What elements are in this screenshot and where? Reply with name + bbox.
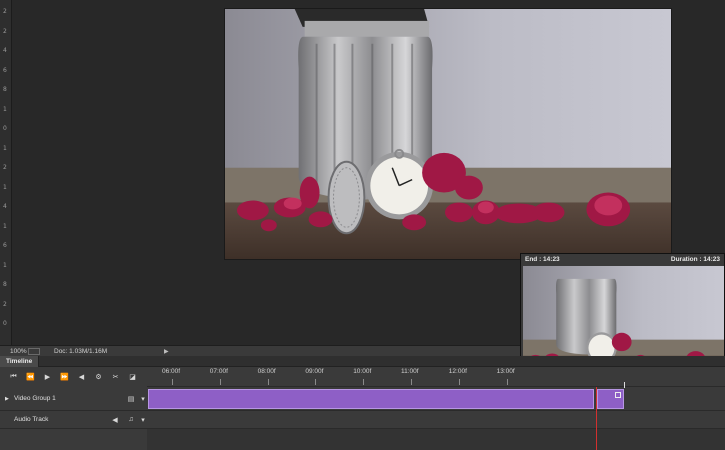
status-separator (28, 347, 40, 355)
step-back-icon[interactable]: ⏪ (22, 370, 39, 384)
chevron-down-icon[interactable]: ▾ (139, 395, 147, 403)
time-ruler-tick (219, 379, 221, 385)
ruler-tick-label: 8 (3, 281, 7, 288)
time-ruler-label: 11:00f (401, 368, 419, 375)
audio-icon[interactable]: ◀ (73, 370, 90, 384)
time-ruler-label: 13:00f (496, 368, 515, 375)
panel-tab-strip (0, 356, 725, 367)
ruler-tick-label: 2 (3, 300, 7, 308)
ruler-tick-label: 0 (3, 320, 7, 327)
ruler-tick-label: 4 (3, 203, 7, 210)
transition-icon[interactable]: ◪ (124, 370, 141, 384)
clip-marker (615, 392, 621, 398)
status-bar: 100% Doc: 1.03M/1.16M ▶ (0, 345, 521, 356)
time-ruler-label: 09:00f (305, 368, 324, 375)
time-ruler-tick (506, 379, 508, 385)
time-ruler-tick (458, 379, 460, 385)
ruler-tick-label: 1 (3, 183, 7, 191)
tab-timeline[interactable]: Timeline (0, 356, 40, 367)
track-header-audio[interactable]: Audio Track ◀ ♫ ▾ (0, 411, 147, 429)
canvas-photo (225, 9, 671, 259)
ruler-tick-label: 1 (3, 105, 7, 113)
ruler-tick-label: 6 (3, 242, 7, 249)
work-area-end-marker[interactable] (624, 382, 625, 388)
playhead[interactable] (596, 387, 597, 450)
document-size: Doc: 1.03M/1.16M (54, 347, 108, 355)
ruler-tick-label: 1 (3, 144, 7, 152)
time-ruler-label: 06:00f (162, 368, 181, 375)
time-ruler-tick (411, 379, 412, 385)
playback-controls: ⏮ ⏪ ▶ ⏩ ◀ ⚙ ✂ ◪ (0, 367, 147, 387)
time-ruler-tick (315, 379, 317, 385)
video-clip-end[interactable] (597, 389, 624, 409)
ruler-tick-label: 6 (3, 66, 7, 74)
time-ruler-label: 07:00f (209, 368, 228, 375)
ruler-tick-label: 1 (3, 261, 7, 269)
time-ruler-tick (363, 379, 365, 385)
step-forward-icon[interactable]: ⏩ (56, 370, 73, 384)
go-to-first-frame-icon[interactable]: ⏮ (5, 370, 22, 384)
video-clip[interactable] (148, 389, 594, 409)
chevron-down-icon[interactable]: ▾ (139, 416, 147, 424)
status-menu-arrow-icon[interactable]: ▶ (164, 348, 169, 355)
vertical-ruler: 22468101214161820 (0, 0, 12, 345)
video-lane (147, 387, 725, 411)
time-ruler-tick (172, 379, 173, 385)
mute-audio-icon[interactable]: ◀ (107, 416, 123, 424)
time-ruler-tick (267, 379, 269, 385)
ruler-tick-label: 2 (3, 8, 7, 15)
preview-end-time: End : 14:23 (525, 256, 560, 263)
music-note-icon[interactable]: ♫ (123, 416, 139, 423)
ruler-tick-label: 8 (3, 86, 7, 93)
time-ruler-label: 12:00f (448, 368, 467, 375)
ruler-tick-label: 0 (3, 125, 7, 132)
track-headers: ▶ Video Group 1 ▤ ▾ Audio Track ◀ ♫ ▾ (0, 387, 147, 450)
timeline-panel: Timeline ⏮ ⏪ ▶ ⏩ ◀ ⚙ ✂ ◪ 06:00f 07:00f 08:… (0, 356, 725, 450)
track-lanes (147, 382, 725, 450)
split-scissors-icon[interactable]: ✂ (107, 370, 124, 384)
time-ruler-label: 10:00f (353, 368, 372, 375)
track-name: Audio Track (14, 416, 49, 423)
expand-triangle-icon[interactable]: ▶ (0, 396, 10, 402)
ruler-tick-label: 1 (3, 222, 7, 230)
time-ruler-label: 08:00f (257, 368, 276, 375)
settings-gear-icon[interactable]: ⚙ (90, 370, 107, 384)
preview-header: End : 14:23 Duration : 14:23 (521, 254, 724, 265)
ruler-tick-label: 2 (3, 27, 7, 35)
ruler-tick-label: 2 (3, 164, 7, 171)
ruler-tick-label: 4 (3, 47, 7, 54)
audio-lane[interactable] (147, 411, 725, 429)
time-ruler[interactable]: 06:00f 07:00f 08:00f 09:00f 10:00f 11:00f 12:0… (147, 367, 725, 387)
zoom-level[interactable]: 100% (0, 348, 28, 355)
film-strip-icon[interactable]: ▤ (123, 395, 139, 403)
track-name: Video Group 1 (14, 395, 56, 402)
preview-duration: Duration : 14:23 (670, 256, 720, 263)
track-header-video-group[interactable]: ▶ Video Group 1 ▤ ▾ (0, 387, 147, 411)
play-icon[interactable]: ▶ (39, 370, 56, 384)
document-canvas[interactable] (224, 8, 672, 260)
